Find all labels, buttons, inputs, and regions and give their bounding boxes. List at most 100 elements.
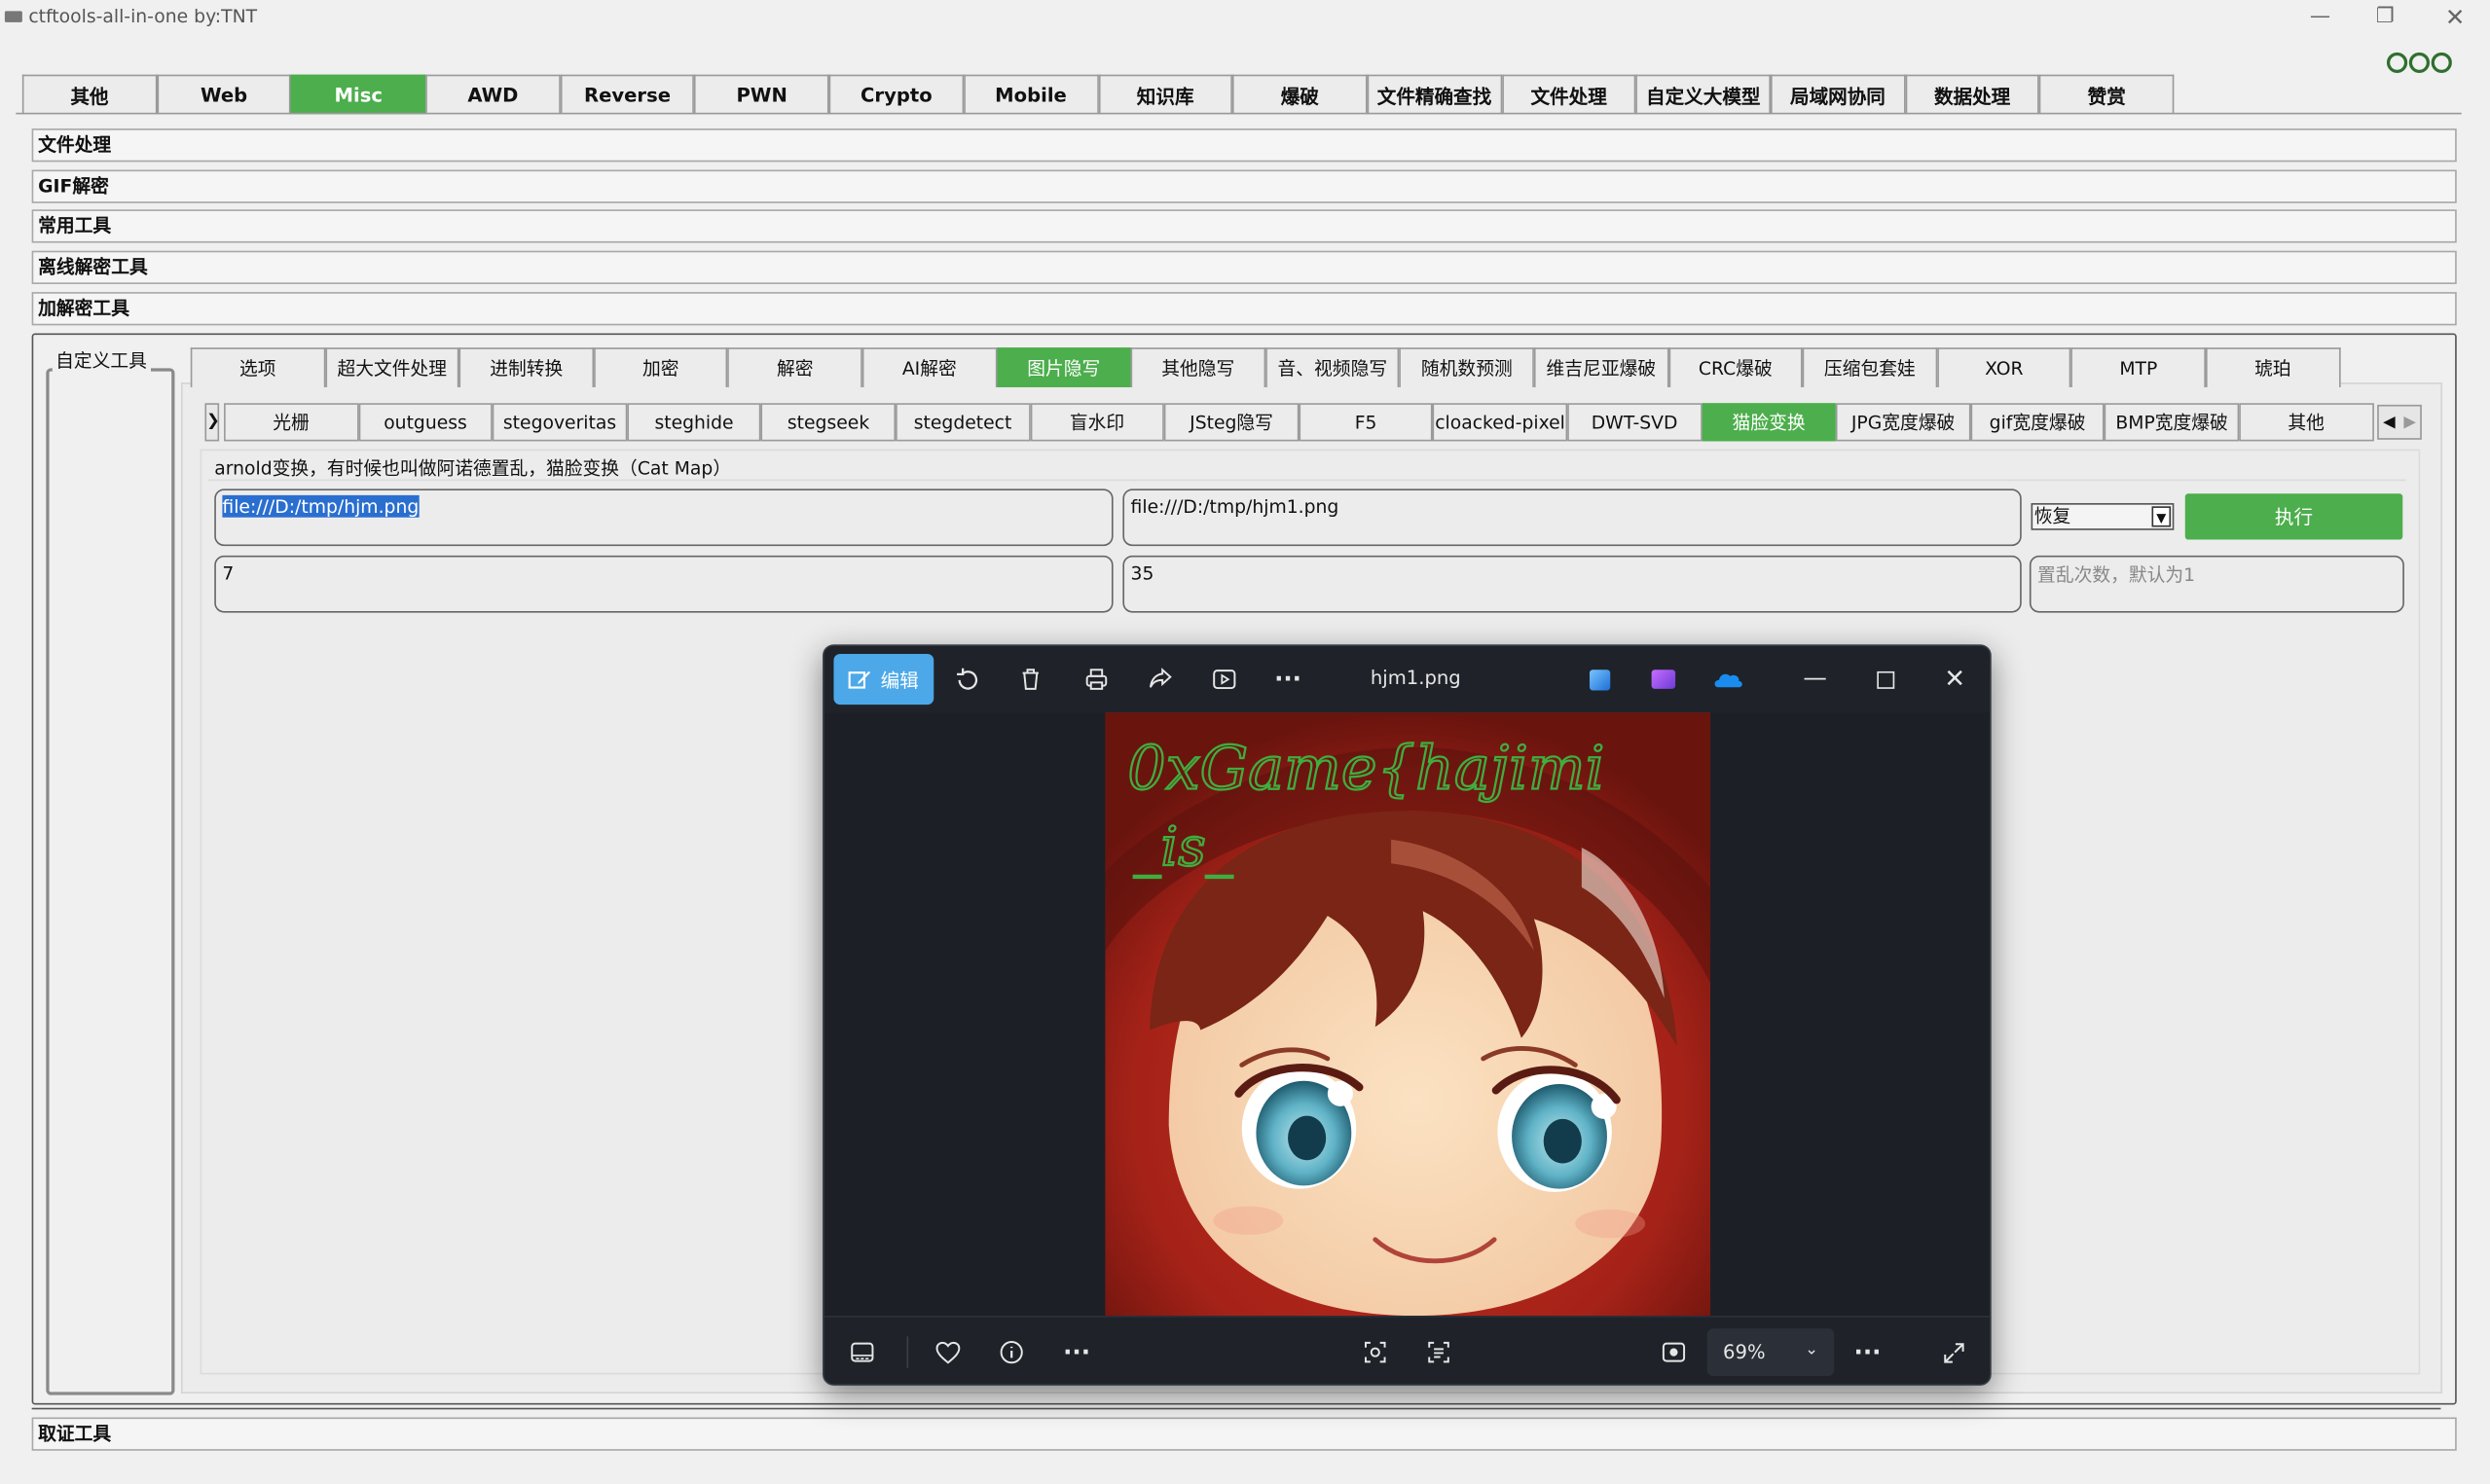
divider (906, 1336, 909, 1368)
arrow-right-icon[interactable]: ▶ (2399, 407, 2420, 439)
stego-tab-11[interactable]: 猫脸变换 (1702, 403, 1837, 442)
filmstrip-icon[interactable] (840, 1330, 885, 1375)
sub-tab-7[interactable]: 其他隐写 (1130, 347, 1265, 387)
sub-tab-14[interactable]: MTP (2070, 347, 2206, 387)
main-tab-14[interactable]: 数据处理 (1905, 74, 2040, 115)
more-icon[interactable]: ··· (1265, 657, 1310, 702)
accordion-file-processing[interactable]: 文件处理 (31, 128, 2457, 163)
stego-tab-10[interactable]: DWT-SVD (1567, 403, 1703, 442)
close-button[interactable]: ✕ (2435, 2, 2475, 34)
app-icon (4, 11, 22, 22)
fit-to-window-icon[interactable] (1652, 1330, 1697, 1375)
circle-icon (2386, 52, 2408, 74)
main-tab-6[interactable]: Crypto (828, 74, 964, 115)
main-tab-4[interactable]: Reverse (560, 74, 695, 115)
window-title: ctftools-all-in-one by:TNT (28, 4, 258, 27)
main-tab-5[interactable]: PWN (694, 74, 829, 115)
sub-tab-0[interactable]: 选项 (190, 347, 325, 387)
stego-tab-9[interactable]: cloacked-pixel (1433, 403, 1568, 442)
stego-tab-14[interactable]: BMP宽度爆破 (2105, 403, 2240, 442)
zoom-dropdown[interactable]: 69% ⌄ (1706, 1328, 1835, 1377)
info-icon[interactable] (989, 1330, 1034, 1375)
sub-tab-2[interactable]: 进制转换 (458, 347, 594, 387)
main-tab-1[interactable]: Web (156, 74, 292, 115)
execute-button[interactable]: 执行 (2184, 493, 2403, 540)
main-tab-2[interactable]: Misc (291, 74, 426, 115)
sub-tab-15[interactable]: 琥珀 (2205, 347, 2340, 387)
sub-tab-8[interactable]: 音、视频隐写 (1264, 347, 1400, 387)
rotate-icon[interactable] (945, 657, 990, 702)
sub-tab-13[interactable]: XOR (1936, 347, 2071, 387)
status-circles (2386, 50, 2474, 77)
more-icon[interactable]: ··· (1054, 1330, 1099, 1375)
arrow-left-icon[interactable]: ◀ (2379, 407, 2399, 439)
sub-tab-1[interactable]: 超大文件处理 (324, 347, 459, 387)
sub-tab-3[interactable]: 加密 (593, 347, 728, 387)
stego-tab-13[interactable]: gif宽度爆破 (1970, 403, 2106, 442)
accordion-crypto-tools[interactable]: 加解密工具 (31, 292, 2457, 326)
viewer-minimize-button[interactable]: — (1793, 656, 1838, 701)
accordion-gif-decrypt[interactable]: GIF解密 (31, 169, 2457, 203)
main-tab-9[interactable]: 爆破 (1232, 74, 1368, 115)
accordion-common-tools[interactable]: 常用工具 (31, 209, 2457, 243)
output-path-field[interactable]: file:///D:/tmp/hjm1.png (1122, 489, 2022, 547)
accordion-offline-decrypt[interactable]: 离线解密工具 (31, 250, 2457, 284)
stego-tab-8[interactable]: F5 (1299, 403, 1434, 442)
stego-tab-7[interactable]: JSteg隐写 (1164, 403, 1300, 442)
sub-tab-12[interactable]: 压缩包套娃 (1802, 347, 1937, 387)
share-icon[interactable] (1137, 657, 1182, 702)
favorite-icon[interactable] (926, 1330, 970, 1375)
tab-scroll-arrows[interactable]: ◀ ▶ (2377, 404, 2422, 440)
custom-tools-label: 自定义工具 (52, 347, 151, 374)
edit-button[interactable]: 编辑 (833, 653, 934, 706)
crop-focus-icon[interactable] (1353, 1330, 1398, 1375)
sub-tab-10[interactable]: 维吉尼亚爆破 (1533, 347, 1668, 387)
minimize-button[interactable]: — (2299, 2, 2340, 34)
accordion-forensics-tools[interactable]: 取证工具 (31, 1417, 2457, 1451)
image-editor-app-icon[interactable] (1577, 657, 1622, 702)
anime-girl-picture: 0xGame{hajimi _is_ (1105, 712, 1710, 1317)
viewer-close-button[interactable]: ✕ (1932, 656, 1977, 701)
main-tab-7[interactable]: Mobile (963, 74, 1099, 115)
main-tab-0[interactable]: 其他 (21, 74, 157, 115)
sub-tab-6[interactable]: 图片隐写 (996, 347, 1131, 387)
sub-tab-11[interactable]: CRC爆破 (1667, 347, 1803, 387)
delete-icon[interactable] (1008, 657, 1053, 702)
stego-tab-6[interactable]: 盲水印 (1030, 403, 1165, 442)
main-tab-8[interactable]: 知识库 (1098, 74, 1233, 115)
iterations-field[interactable]: 置乱次数，默认为1 (2029, 555, 2404, 613)
print-icon[interactable] (1074, 657, 1118, 702)
fullscreen-icon[interactable] (1931, 1330, 1976, 1375)
clipchamp-app-icon[interactable] (1640, 657, 1685, 702)
main-tab-10[interactable]: 文件精确查找 (1367, 74, 1502, 115)
viewer-maximize-button[interactable] (1863, 657, 1908, 702)
main-tab-15[interactable]: 赞赏 (2039, 74, 2175, 115)
stego-tab-5[interactable]: stegdetect (896, 403, 1031, 442)
main-tab-12[interactable]: 自定义大模型 (1635, 74, 1771, 115)
slideshow-icon[interactable] (1202, 657, 1247, 702)
main-tab-11[interactable]: 文件处理 (1501, 74, 1636, 115)
param-b-field[interactable]: 35 (1122, 555, 2022, 613)
sub-tab-5[interactable]: AI解密 (861, 347, 997, 387)
text-scan-icon[interactable] (1416, 1330, 1461, 1375)
stego-tab-2[interactable]: stegoveritas (493, 403, 628, 442)
stego-tab-3[interactable]: steghide (627, 403, 762, 442)
sub-tab-4[interactable]: 解密 (727, 347, 862, 387)
param-a-field[interactable]: 7 (214, 555, 1114, 613)
more-icon[interactable]: ··· (1846, 1330, 1890, 1375)
stego-tab-1[interactable]: outguess (358, 403, 494, 442)
stego-tab-4[interactable]: stegseek (761, 403, 897, 442)
handwriting-flag-line2: _is_ (1134, 816, 1233, 879)
stego-tab-15[interactable]: 其他 (2239, 403, 2374, 442)
main-tab-13[interactable]: 局域网协同 (1770, 74, 1906, 115)
stego-tab-12[interactable]: JPG宽度爆破 (1836, 403, 1971, 442)
stego-tab-0[interactable]: 光栅 (224, 403, 359, 442)
sub-tab-9[interactable]: 随机数预测 (1399, 347, 1534, 387)
input-path-field[interactable]: file:///D:/tmp/hjm.png (214, 489, 1114, 547)
circle-icon (2431, 52, 2452, 74)
main-tab-3[interactable]: AWD (425, 74, 561, 115)
restore-button[interactable]: ❐ (2364, 2, 2405, 34)
scroll-left-handle[interactable]: ❯ (204, 403, 220, 442)
mode-select[interactable]: 恢复 ▼ (2031, 503, 2175, 530)
onedrive-icon[interactable] (1705, 657, 1750, 702)
